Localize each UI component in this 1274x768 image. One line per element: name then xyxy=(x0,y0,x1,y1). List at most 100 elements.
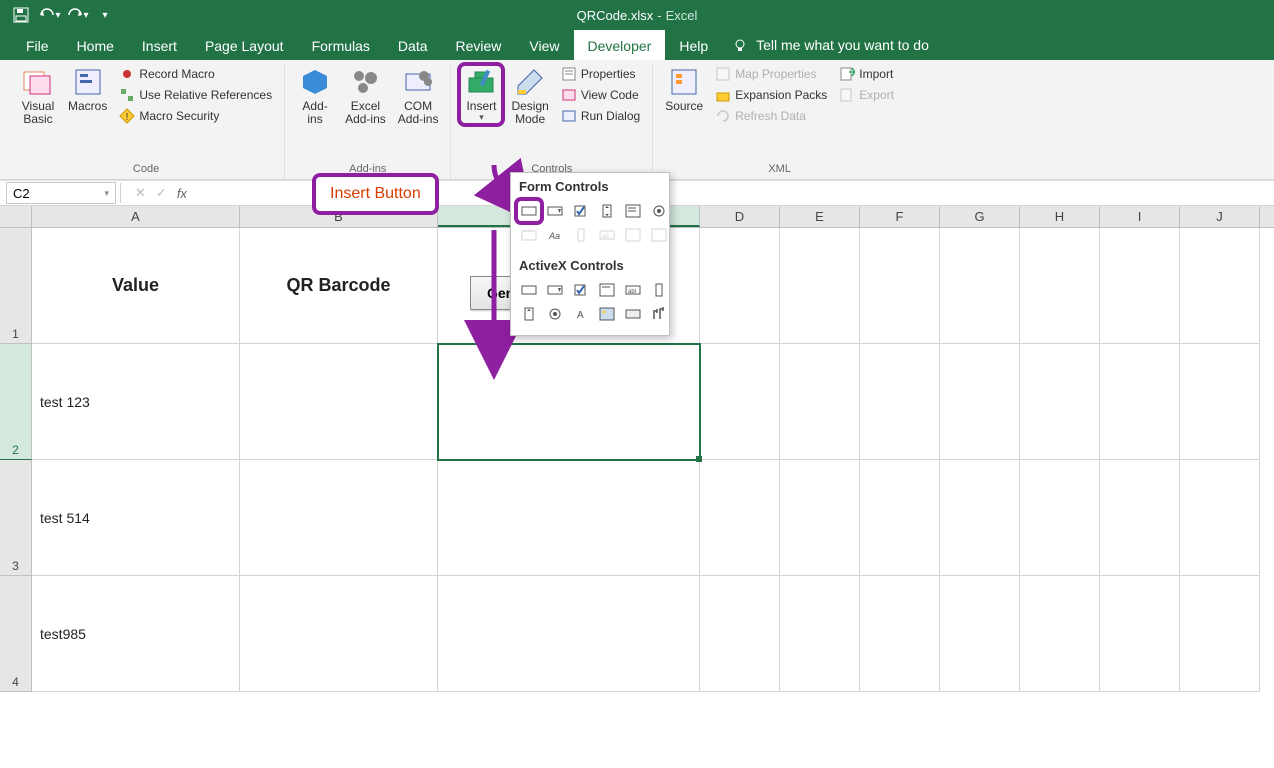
form-combo-control[interactable] xyxy=(543,200,567,222)
select-all-corner[interactable] xyxy=(0,206,32,227)
cell-B4[interactable] xyxy=(240,576,438,692)
tab-home[interactable]: Home xyxy=(63,30,128,60)
form-label-control[interactable]: Aa xyxy=(543,224,567,246)
source-button[interactable]: Source xyxy=(661,64,707,115)
cell-F2[interactable] xyxy=(860,344,940,460)
com-addins-button[interactable]: COM Add-ins xyxy=(394,64,443,128)
cell-H3[interactable] xyxy=(1020,460,1100,576)
excel-addins-button[interactable]: Excel Add-ins xyxy=(341,64,390,128)
cell-D2[interactable] xyxy=(700,344,780,460)
cell-C2[interactable] xyxy=(438,344,700,460)
tell-me[interactable]: Tell me what you want to do xyxy=(732,30,929,60)
row-header[interactable]: 1 xyxy=(0,228,32,344)
ax-label-control[interactable]: A xyxy=(569,303,593,325)
col-header-I[interactable]: I xyxy=(1100,206,1180,227)
cell-I4[interactable] xyxy=(1100,576,1180,692)
cell-D3[interactable] xyxy=(700,460,780,576)
cell-J1[interactable] xyxy=(1180,228,1260,344)
col-header-J[interactable]: J xyxy=(1180,206,1260,227)
tab-developer[interactable]: Developer xyxy=(574,30,666,60)
cell-H2[interactable] xyxy=(1020,344,1100,460)
name-box[interactable]: C2 ▾ xyxy=(6,182,116,204)
col-header-H[interactable]: H xyxy=(1020,206,1100,227)
cell-B1[interactable]: QR Barcode xyxy=(240,228,438,344)
cell-B3[interactable] xyxy=(240,460,438,576)
ax-toggle-control[interactable] xyxy=(621,303,645,325)
import-button[interactable]: Import xyxy=(835,64,898,84)
view-code-button[interactable]: View Code xyxy=(557,85,644,105)
form-checkbox-control[interactable] xyxy=(569,200,593,222)
col-header-E[interactable]: E xyxy=(780,206,860,227)
cell-J4[interactable] xyxy=(1180,576,1260,692)
cell-D4[interactable] xyxy=(700,576,780,692)
cell-J2[interactable] xyxy=(1180,344,1260,460)
cell-F4[interactable] xyxy=(860,576,940,692)
cell-G3[interactable] xyxy=(940,460,1020,576)
cell-H4[interactable] xyxy=(1020,576,1100,692)
cell-A1[interactable]: Value xyxy=(32,228,240,344)
save-icon[interactable] xyxy=(8,3,34,27)
ax-listbox-control[interactable] xyxy=(595,279,619,301)
tab-file[interactable]: File xyxy=(12,30,63,60)
cell-E1[interactable] xyxy=(780,228,860,344)
macro-security-button[interactable]: ! Macro Security xyxy=(115,106,276,126)
row-header[interactable]: 3 xyxy=(0,460,32,576)
ax-combo-control[interactable] xyxy=(543,279,567,301)
col-header-G[interactable]: G xyxy=(940,206,1020,227)
tab-view[interactable]: View xyxy=(515,30,573,60)
cell-C4[interactable] xyxy=(438,576,700,692)
cell-B2[interactable] xyxy=(240,344,438,460)
tab-data[interactable]: Data xyxy=(384,30,442,60)
fx-icon[interactable]: fx xyxy=(177,186,187,201)
cell-G2[interactable] xyxy=(940,344,1020,460)
insert-controls-button[interactable]: Insert ▾ xyxy=(459,64,503,125)
cell-G1[interactable] xyxy=(940,228,1020,344)
qat-customize-icon[interactable]: ▾ xyxy=(92,3,118,27)
ax-scrollbar-control[interactable] xyxy=(647,279,671,301)
cell-F1[interactable] xyxy=(860,228,940,344)
form-listbox-control[interactable] xyxy=(621,200,645,222)
row-header[interactable]: 4 xyxy=(0,576,32,692)
ax-option-control[interactable] xyxy=(543,303,567,325)
cell-A4[interactable]: test985 xyxy=(32,576,240,692)
enter-icon[interactable]: ✓ xyxy=(156,185,167,201)
cell-E2[interactable] xyxy=(780,344,860,460)
cell-I1[interactable] xyxy=(1100,228,1180,344)
run-dialog-button[interactable]: Run Dialog xyxy=(557,106,644,126)
redo-icon[interactable]: ▾ xyxy=(64,3,90,27)
macros-button[interactable]: Macros xyxy=(64,64,111,115)
ax-button-control[interactable] xyxy=(517,279,541,301)
ax-image-control[interactable] xyxy=(595,303,619,325)
form-button-control[interactable] xyxy=(517,200,541,222)
selection-handle[interactable] xyxy=(696,456,702,462)
properties-button[interactable]: Properties xyxy=(557,64,644,84)
ax-checkbox-control[interactable] xyxy=(569,279,593,301)
cell-I3[interactable] xyxy=(1100,460,1180,576)
col-header-F[interactable]: F xyxy=(860,206,940,227)
cancel-icon[interactable]: ✕ xyxy=(135,185,146,201)
use-relative-refs-button[interactable]: Use Relative References xyxy=(115,85,276,105)
cell-E3[interactable] xyxy=(780,460,860,576)
addins-button[interactable]: Add- ins xyxy=(293,64,337,128)
tab-help[interactable]: Help xyxy=(665,30,722,60)
tab-page-layout[interactable]: Page Layout xyxy=(191,30,298,60)
tab-review[interactable]: Review xyxy=(442,30,516,60)
row-header[interactable]: 2 xyxy=(0,344,32,460)
cell-A3[interactable]: test 514 xyxy=(32,460,240,576)
cell-G4[interactable] xyxy=(940,576,1020,692)
cell-D1[interactable] xyxy=(700,228,780,344)
design-mode-button[interactable]: Design Mode xyxy=(507,64,552,128)
col-header-A[interactable]: A xyxy=(32,206,240,227)
form-option-control[interactable] xyxy=(647,200,671,222)
expansion-packs-button[interactable]: Expansion Packs xyxy=(711,85,831,105)
cell-H1[interactable] xyxy=(1020,228,1100,344)
ax-spinner-control[interactable] xyxy=(517,303,541,325)
cell-J3[interactable] xyxy=(1180,460,1260,576)
cell-C3[interactable] xyxy=(438,460,700,576)
cell-F3[interactable] xyxy=(860,460,940,576)
form-spinner-control[interactable] xyxy=(595,200,619,222)
cell-A2[interactable]: test 123 xyxy=(32,344,240,460)
ax-textbox-control[interactable]: abl xyxy=(621,279,645,301)
visual-basic-button[interactable]: Visual Basic xyxy=(16,64,60,128)
col-header-D[interactable]: D xyxy=(700,206,780,227)
